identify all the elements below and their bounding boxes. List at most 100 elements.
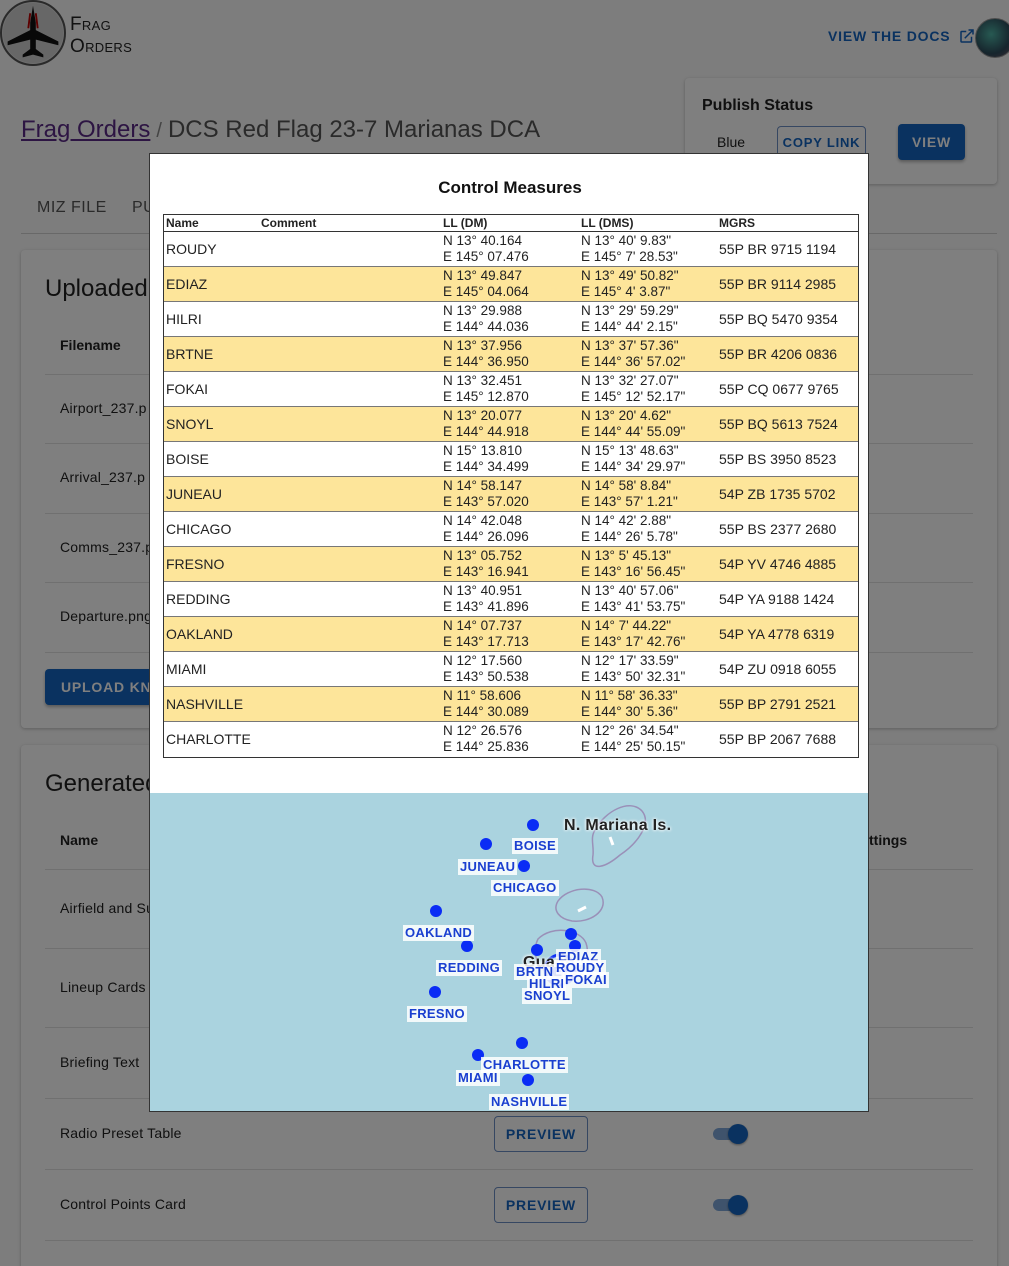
cm-ll-dms-cell: N 13° 49' 50.82" E 145° 4' 3.87" xyxy=(581,268,679,300)
cm-name-cell: BOISE xyxy=(166,451,209,467)
waypoint-redding-dot[interactable] xyxy=(461,940,473,952)
cm-ll-dm-cell: N 12° 26.576 E 144° 25.836 xyxy=(443,723,529,755)
cm-dm-lon: E 144° 30.089 xyxy=(443,704,529,719)
waypoint-ediaz-dot[interactable] xyxy=(565,928,577,940)
cm-dm-lon: E 144° 26.096 xyxy=(443,529,529,544)
cm-dms-lat: N 13° 5' 45.13" xyxy=(581,548,672,563)
cm-dm-lat: N 13° 32.451 xyxy=(443,373,522,388)
waypoint-boise-dot[interactable] xyxy=(527,819,539,831)
waypoint-juneau-dot[interactable] xyxy=(480,838,492,850)
waypoint-oakland-dot[interactable] xyxy=(430,905,442,917)
cm-name-cell: ROUDY xyxy=(166,241,217,257)
waypoint-nashville-dot[interactable] xyxy=(522,1074,534,1086)
cm-dm-lat: N 14° 42.048 xyxy=(443,513,522,528)
cm-name-cell: REDDING xyxy=(166,591,231,607)
cm-dms-lon: E 144° 30' 5.36" xyxy=(581,704,678,719)
control-measure-row: JUNEAU N 14° 58.147 E 143° 57.020 N 14° 58'… xyxy=(164,477,858,512)
cm-dms-lon: E 144° 34' 29.97" xyxy=(581,459,686,474)
cm-dm-lon: E 143° 41.896 xyxy=(443,599,529,614)
cm-ll-dm-cell: N 13° 37.956 E 144° 36.950 xyxy=(443,338,529,370)
cm-dms-lat: N 11° 58' 36.33" xyxy=(581,688,678,703)
cm-mgrs-cell: 55P BQ 5470 9354 xyxy=(719,311,838,327)
cm-dms-lon: E 145° 4' 3.87" xyxy=(581,284,671,299)
cm-mgrs-cell: 55P BR 9114 2985 xyxy=(719,276,837,292)
table-header-row: Name Comment LL (DM) LL (DMS) MGRS xyxy=(164,215,858,232)
cm-dm-lat: N 13° 05.752 xyxy=(443,548,522,563)
cm-dms-lon: E 144° 44' 55.09" xyxy=(581,424,686,439)
cm-ll-dm-cell: N 12° 17.560 E 143° 50.538 xyxy=(443,653,529,685)
waypoint-chicago-dot[interactable] xyxy=(518,860,530,872)
cm-ll-dm-cell: N 13° 29.988 E 144° 44.036 xyxy=(443,303,529,335)
cm-name-cell: BRTNE xyxy=(166,346,214,362)
cm-dm-lon: E 144° 44.036 xyxy=(443,319,529,334)
header-mgrs: MGRS xyxy=(719,216,755,230)
waypoint-charlotte-dot[interactable] xyxy=(516,1037,528,1049)
cm-ll-dms-cell: N 11° 58' 36.33" E 144° 30' 5.36" xyxy=(581,688,678,720)
table-body: ROUDY N 13° 40.164 E 145° 07.476 N 13° 40' … xyxy=(164,232,858,757)
cm-ll-dm-cell: N 14° 58.147 E 143° 57.020 xyxy=(443,478,529,510)
cm-ll-dm-cell: N 13° 40.951 E 143° 41.896 xyxy=(443,583,529,615)
cm-ll-dms-cell: N 12° 26' 34.54" E 144° 25' 50.15" xyxy=(581,723,685,755)
control-measure-row: SNOYL N 13° 20.077 E 144° 44.918 N 13° 20' … xyxy=(164,407,858,442)
cm-dm-lon: E 144° 44.918 xyxy=(443,424,529,439)
map-label-fokai: FOKAI xyxy=(563,972,609,988)
cm-ll-dms-cell: N 13° 29' 59.29" E 144° 44' 2.15" xyxy=(581,303,679,335)
header-ll-dm: LL (DM) xyxy=(443,216,488,230)
cm-ll-dms-cell: N 14° 7' 44.22" E 143° 17' 42.76" xyxy=(581,618,685,650)
control-measure-row: FRESNO N 13° 05.752 E 143° 16.941 N 13° 5' … xyxy=(164,547,858,582)
cm-ll-dms-cell: N 13° 20' 4.62" E 144° 44' 55.09" xyxy=(581,408,685,440)
cm-name-cell: MIAMI xyxy=(166,661,207,677)
cm-dms-lat: N 13° 49' 50.82" xyxy=(581,268,679,283)
cm-mgrs-cell: 55P BR 9715 1194 xyxy=(719,241,837,257)
cm-mgrs-cell: 55P BQ 5613 7524 xyxy=(719,416,838,432)
cm-ll-dm-cell: N 13° 05.752 E 143° 16.941 xyxy=(443,548,529,580)
cm-dms-lon: E 143° 41' 53.75" xyxy=(581,599,686,614)
cm-ll-dm-cell: N 13° 32.451 E 145° 12.870 xyxy=(443,373,529,405)
modal-title: Control Measures xyxy=(438,178,582,197)
cm-dm-lat: N 12° 26.576 xyxy=(443,723,522,738)
cm-mgrs-cell: 55P BS 3950 8523 xyxy=(719,451,837,467)
control-measure-row: CHICAGO N 14° 42.048 E 144° 26.096 N 14° 42… xyxy=(164,512,858,547)
cm-ll-dms-cell: N 14° 58' 8.84" E 143° 57' 1.21" xyxy=(581,478,678,510)
cm-name-cell: FRESNO xyxy=(166,556,225,572)
cm-ll-dm-cell: N 13° 49.847 E 145° 04.064 xyxy=(443,268,529,300)
cm-ll-dm-cell: N 13° 20.077 E 144° 44.918 xyxy=(443,408,529,440)
cm-dms-lon: E 145° 7' 28.53" xyxy=(581,249,678,264)
cm-dm-lon: E 143° 57.020 xyxy=(443,494,529,509)
cm-dm-lon: E 144° 34.499 xyxy=(443,459,529,474)
cm-dm-lat: N 14° 58.147 xyxy=(443,478,522,493)
cm-ll-dms-cell: N 14° 42' 2.88" E 144° 26' 5.78" xyxy=(581,513,678,545)
cm-ll-dms-cell: N 15° 13' 48.63" E 144° 34' 29.97" xyxy=(581,443,685,475)
cm-name-cell: NASHVILLE xyxy=(166,696,244,712)
cm-ll-dms-cell: N 13° 5' 45.13" E 143° 16' 56.45" xyxy=(581,548,685,580)
cm-dms-lat: N 13° 40' 9.83" xyxy=(581,233,672,248)
cm-mgrs-cell: 54P ZU 0918 6055 xyxy=(719,661,837,677)
map-label-chicago: CHICAGO xyxy=(491,880,559,896)
cm-dms-lon: E 143° 16' 56.45" xyxy=(581,564,686,579)
control-measure-row: OAKLAND N 14° 07.737 E 143° 17.713 N 14° 7'… xyxy=(164,617,858,652)
cm-dm-lon: E 143° 17.713 xyxy=(443,634,529,649)
cm-dm-lon: E 145° 04.064 xyxy=(443,284,529,299)
header-comment: Comment xyxy=(261,216,317,230)
cm-ll-dms-cell: N 13° 40' 9.83" E 145° 7' 28.53" xyxy=(581,233,678,265)
cm-dm-lon: E 143° 16.941 xyxy=(443,564,529,579)
cm-mgrs-cell: 55P BR 4206 0836 xyxy=(719,346,838,362)
map-label-juneau: JUNEAU xyxy=(458,859,518,875)
cm-name-cell: OAKLAND xyxy=(166,626,233,642)
cm-ll-dm-cell: N 14° 42.048 E 144° 26.096 xyxy=(443,513,529,545)
waypoint-map[interactable]: N. Mariana Is. Guam BOISE JUNEAU CHICAGO… xyxy=(150,793,868,1111)
cm-ll-dm-cell: N 13° 40.164 E 145° 07.476 xyxy=(443,233,529,265)
cm-dm-lon: E 144° 25.836 xyxy=(443,739,529,754)
cm-dms-lat: N 14° 42' 2.88" xyxy=(581,513,672,528)
cm-dm-lat: N 13° 49.847 xyxy=(443,268,522,283)
cm-ll-dms-cell: N 13° 37' 57.36" E 144° 36' 57.02" xyxy=(581,338,685,370)
map-label-redding: REDDING xyxy=(436,960,503,976)
cm-dm-lat: N 11° 58.606 xyxy=(443,688,521,703)
cm-dms-lon: E 144° 26' 5.78" xyxy=(581,529,678,544)
cm-dms-lat: N 13° 37' 57.36" xyxy=(581,338,679,353)
cm-mgrs-cell: 55P CQ 0677 9765 xyxy=(719,381,839,397)
header-name: Name xyxy=(166,216,199,230)
island-outline xyxy=(555,888,604,922)
cm-dm-lat: N 14° 07.737 xyxy=(443,618,522,633)
waypoint-fresno-dot[interactable] xyxy=(429,986,441,998)
